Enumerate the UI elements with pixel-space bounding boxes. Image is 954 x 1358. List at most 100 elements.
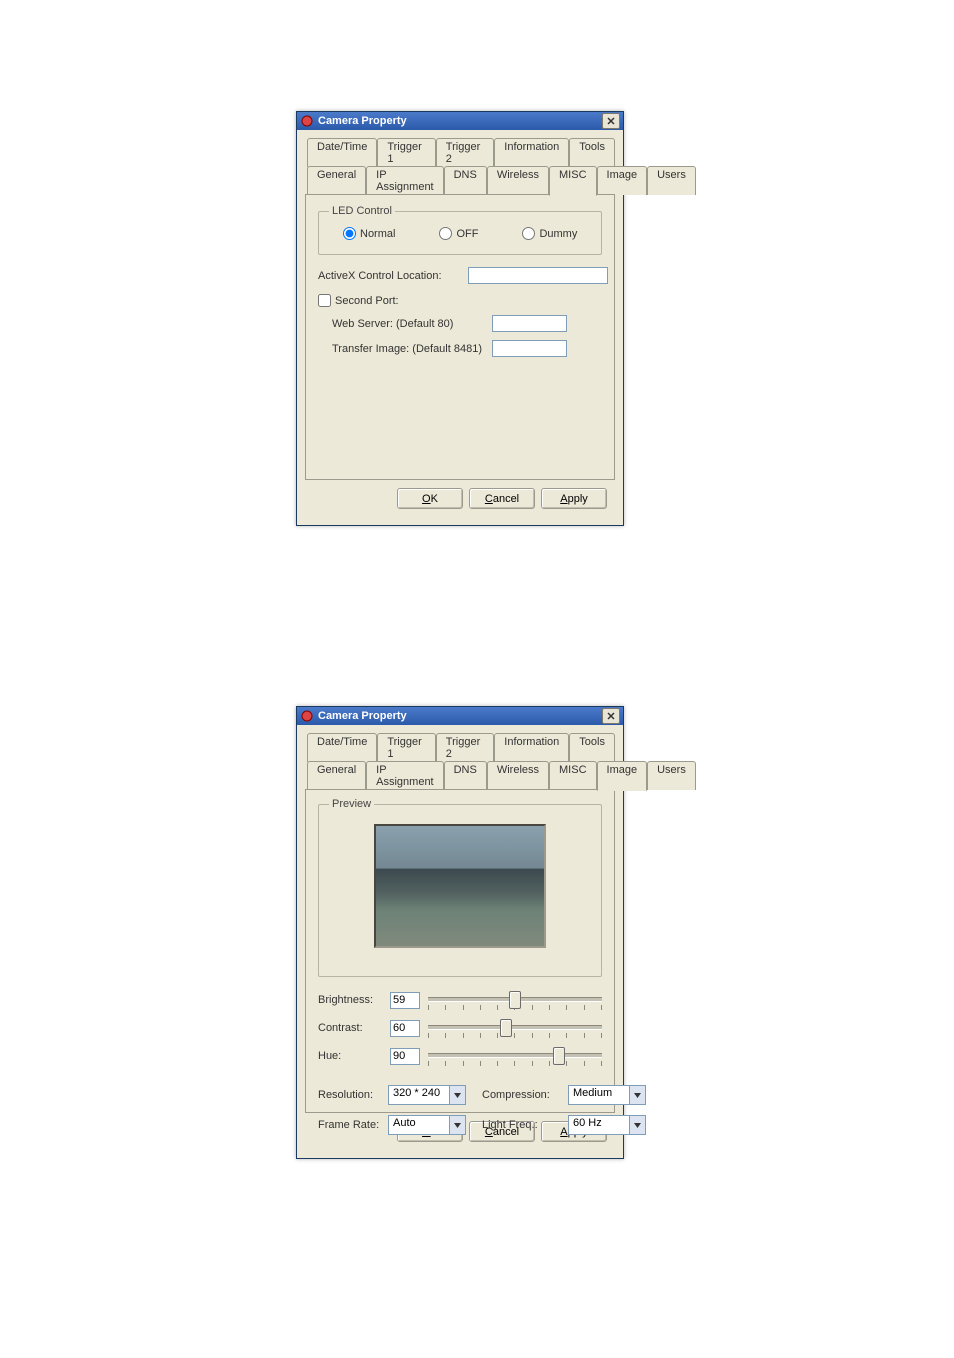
window-title: Camera Property <box>318 710 602 722</box>
tab-wireless[interactable]: Wireless <box>487 166 549 195</box>
tab-misc[interactable]: MISC <box>549 166 597 196</box>
cancel-button[interactable]: Cancel <box>469 488 535 509</box>
framerate-label: Frame Rate: <box>318 1119 382 1131</box>
brightness-slider[interactable] <box>428 989 602 1011</box>
app-icon <box>300 709 314 723</box>
led-dummy-label: Dummy <box>539 228 577 240</box>
tab-trigger2[interactable]: Trigger 2 <box>436 138 494 167</box>
resolution-combo[interactable]: 320 * 240 <box>388 1085 466 1105</box>
camera-property-dialog-misc: Camera Property Date/Time Trigger 1 Trig… <box>296 111 624 526</box>
led-off-radio[interactable] <box>439 227 452 240</box>
app-icon <box>300 114 314 128</box>
tab-users[interactable]: Users <box>647 166 696 195</box>
second-port-label: Second Port: <box>335 295 399 307</box>
led-dummy-option[interactable]: Dummy <box>522 227 577 240</box>
tab-datetime[interactable]: Date/Time <box>307 733 377 762</box>
tab-wireless[interactable]: Wireless <box>487 761 549 790</box>
chevron-down-icon[interactable] <box>449 1086 465 1104</box>
camera-property-dialog-image: Camera Property Date/Time Trigger 1 Trig… <box>296 706 624 1159</box>
compression-label: Compression: <box>482 1089 562 1101</box>
led-normal-label: Normal <box>360 228 395 240</box>
tab-general[interactable]: General <box>307 761 366 790</box>
preview-image <box>374 824 546 948</box>
activex-label: ActiveX Control Location: <box>318 270 468 282</box>
tab-row-front: General IP Assignment DNS Wireless MISC … <box>305 166 615 195</box>
lightfreq-combo[interactable]: 60 Hz <box>568 1115 646 1135</box>
tab-ipassignment[interactable]: IP Assignment <box>366 761 443 790</box>
compression-combo[interactable]: Medium <box>568 1085 646 1105</box>
led-control-group: LED Control Normal OFF Dummy <box>318 205 602 255</box>
close-icon <box>607 117 615 125</box>
close-button[interactable] <box>602 708 620 724</box>
tab-content-misc: LED Control Normal OFF Dummy <box>305 194 615 480</box>
tab-trigger1[interactable]: Trigger 1 <box>377 733 435 762</box>
chevron-down-icon[interactable] <box>629 1116 645 1134</box>
transfer-input[interactable] <box>492 340 567 357</box>
client-area: Date/Time Trigger 1 Trigger 2 Informatio… <box>297 725 623 1158</box>
led-off-option[interactable]: OFF <box>439 227 478 240</box>
tab-misc[interactable]: MISC <box>549 761 597 790</box>
tab-datetime[interactable]: Date/Time <box>307 138 377 167</box>
titlebar: Camera Property <box>297 707 623 725</box>
tab-ipassignment[interactable]: IP Assignment <box>366 166 443 195</box>
brightness-value[interactable] <box>390 992 420 1009</box>
tab-users[interactable]: Users <box>647 761 696 790</box>
hue-thumb[interactable] <box>553 1047 565 1065</box>
hue-label: Hue: <box>318 1050 382 1062</box>
close-icon <box>607 712 615 720</box>
tab-row-back: Date/Time Trigger 1 Trigger 2 Informatio… <box>305 138 615 167</box>
preview-legend: Preview <box>329 798 374 810</box>
framerate-value: Auto <box>389 1116 449 1134</box>
ok-button[interactable]: OK <box>397 488 463 509</box>
window-title: Camera Property <box>318 115 602 127</box>
resolution-value: 320 * 240 <box>389 1086 449 1104</box>
contrast-label: Contrast: <box>318 1022 382 1034</box>
tabs: Date/Time Trigger 1 Trigger 2 Informatio… <box>305 138 615 480</box>
webserver-label: Web Server: (Default 80) <box>332 318 492 330</box>
tab-tools[interactable]: Tools <box>569 138 615 167</box>
tab-image[interactable]: Image <box>597 761 648 791</box>
tab-general[interactable]: General <box>307 166 366 195</box>
brightness-thumb[interactable] <box>509 991 521 1009</box>
brightness-label: Brightness: <box>318 994 382 1006</box>
compression-value: Medium <box>569 1086 629 1104</box>
contrast-thumb[interactable] <box>500 1019 512 1037</box>
tab-image[interactable]: Image <box>597 166 648 195</box>
resolution-label: Resolution: <box>318 1089 382 1101</box>
preview-group: Preview <box>318 798 602 977</box>
titlebar: Camera Property <box>297 112 623 130</box>
activex-input[interactable] <box>468 267 608 284</box>
led-control-legend: LED Control <box>329 205 395 217</box>
chevron-down-icon[interactable] <box>449 1116 465 1134</box>
chevron-down-icon[interactable] <box>629 1086 645 1104</box>
tab-information[interactable]: Information <box>494 138 569 167</box>
tabs: Date/Time Trigger 1 Trigger 2 Informatio… <box>305 733 615 1113</box>
led-dummy-radio[interactable] <box>522 227 535 240</box>
tab-dns[interactable]: DNS <box>444 166 487 195</box>
lightfreq-label: Light Freq.: <box>482 1119 562 1131</box>
tab-dns[interactable]: DNS <box>444 761 487 790</box>
led-normal-option[interactable]: Normal <box>343 227 395 240</box>
webserver-input[interactable] <box>492 315 567 332</box>
hue-value[interactable] <box>390 1048 420 1065</box>
tab-content-image: Preview Brightness: Contrast: <box>305 789 615 1113</box>
led-off-label: OFF <box>456 228 478 240</box>
tab-tools[interactable]: Tools <box>569 733 615 762</box>
contrast-value[interactable] <box>390 1020 420 1037</box>
client-area: Date/Time Trigger 1 Trigger 2 Informatio… <box>297 130 623 525</box>
second-port-checkbox[interactable] <box>318 294 331 307</box>
button-bar: OK Cancel Apply <box>305 480 615 517</box>
close-button[interactable] <box>602 113 620 129</box>
tab-information[interactable]: Information <box>494 733 569 762</box>
tab-trigger2[interactable]: Trigger 2 <box>436 733 494 762</box>
transfer-label: Transfer Image: (Default 8481) <box>332 343 492 355</box>
hue-slider[interactable] <box>428 1045 602 1067</box>
contrast-slider[interactable] <box>428 1017 602 1039</box>
tab-trigger1[interactable]: Trigger 1 <box>377 138 435 167</box>
framerate-combo[interactable]: Auto <box>388 1115 466 1135</box>
apply-button[interactable]: Apply <box>541 488 607 509</box>
tab-row-front: General IP Assignment DNS Wireless MISC … <box>305 761 615 790</box>
lightfreq-value: 60 Hz <box>569 1116 629 1134</box>
tab-row-back: Date/Time Trigger 1 Trigger 2 Informatio… <box>305 733 615 762</box>
led-normal-radio[interactable] <box>343 227 356 240</box>
